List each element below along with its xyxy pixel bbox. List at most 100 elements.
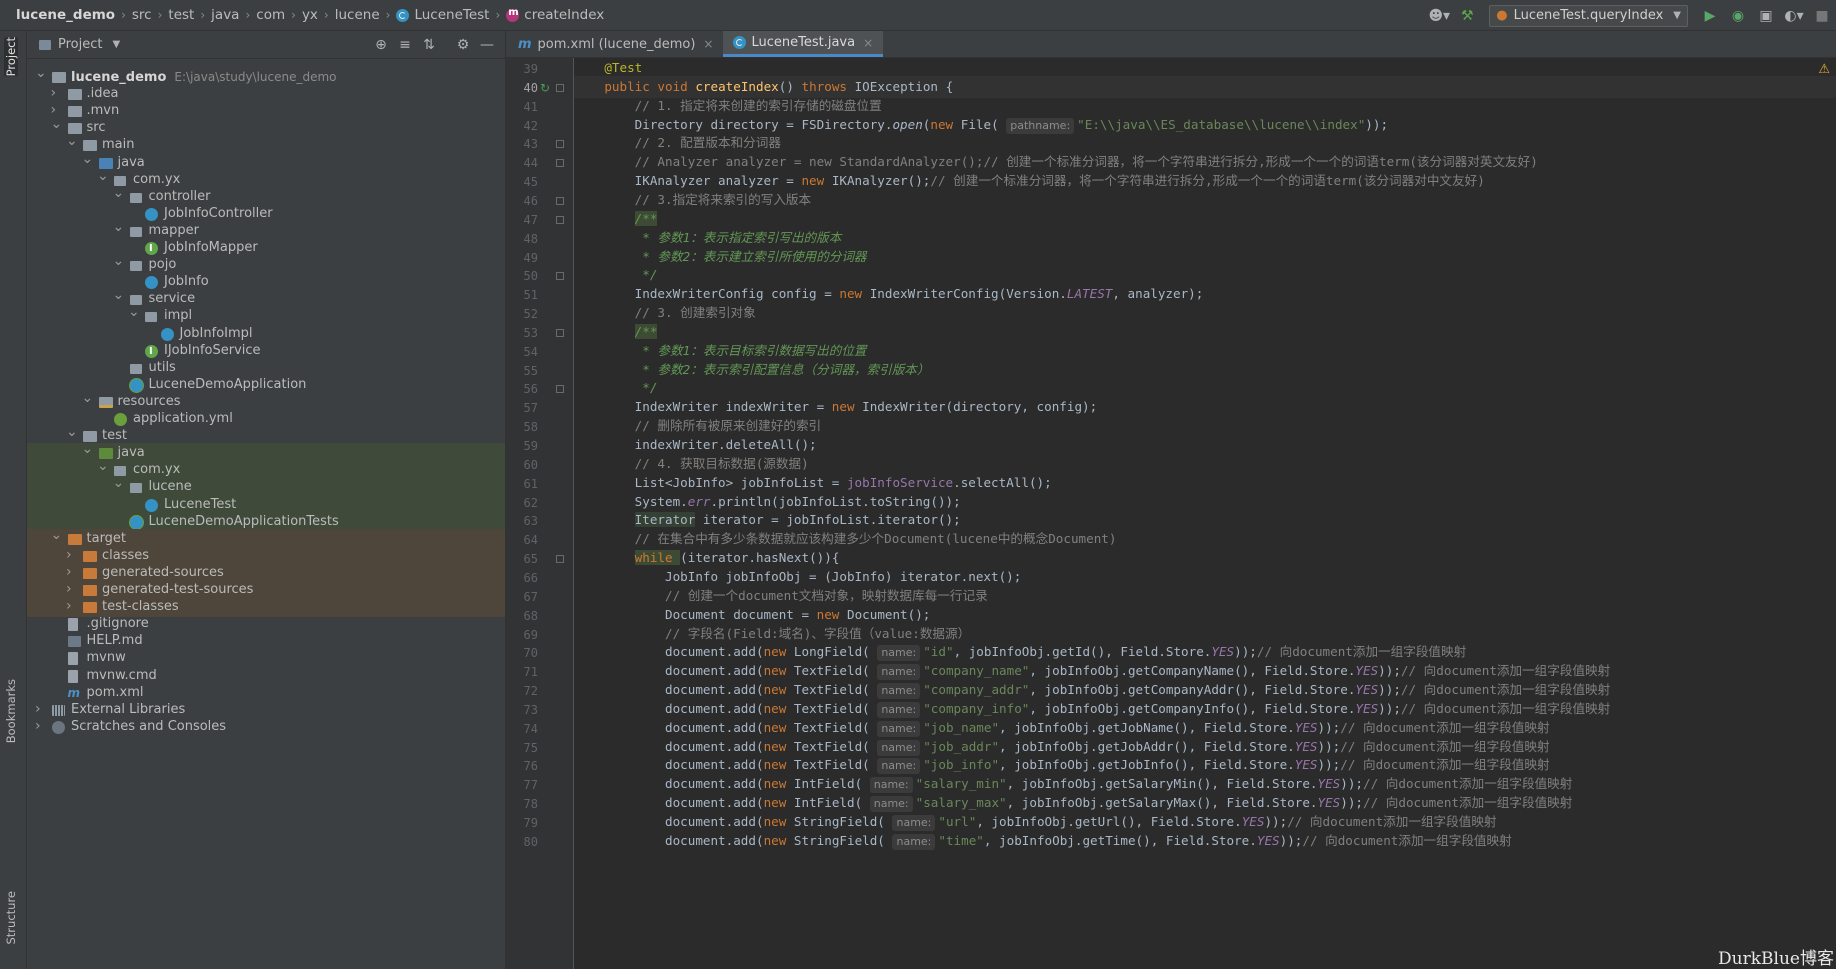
fold-marker-icon[interactable] bbox=[556, 196, 564, 205]
tree-item[interactable]: › Scratches and Consoles bbox=[27, 717, 505, 737]
chevron-down-icon[interactable]: ⌄ bbox=[51, 114, 63, 134]
code-token: new bbox=[763, 776, 794, 792]
tree-item-text: LuceneDemoApplicationTests bbox=[148, 513, 339, 529]
gear-icon[interactable]: ⚙ bbox=[451, 37, 475, 53]
chevron-down-icon[interactable]: ⌄ bbox=[128, 302, 140, 322]
chevron-down-icon[interactable]: ⌄ bbox=[66, 422, 78, 442]
code-token: Document document = bbox=[574, 606, 817, 622]
code-token: )); bbox=[1317, 738, 1341, 754]
spring-class-icon bbox=[129, 378, 143, 392]
run-test-gutter-icon[interactable]: ↻ bbox=[540, 77, 550, 99]
fold-marker-icon[interactable] bbox=[556, 385, 564, 394]
fold-marker-icon[interactable] bbox=[556, 555, 564, 564]
chevron-down-icon[interactable]: ⌄ bbox=[97, 456, 109, 476]
code-token: new bbox=[763, 644, 794, 660]
fold-marker-icon[interactable] bbox=[556, 328, 564, 337]
code-area[interactable]: @Test public void createIndex() throws I… bbox=[574, 58, 1836, 969]
code-token: , jobInfoObj.getJobName(), Field.Store. bbox=[999, 719, 1295, 735]
code-token: * 参数2：表示建立索引所使用的分词器 bbox=[634, 248, 867, 264]
chevron-down-icon[interactable]: ⌄ bbox=[113, 251, 125, 271]
chevron-right-icon[interactable]: › bbox=[35, 716, 45, 736]
tree-item-text: src bbox=[86, 120, 106, 136]
code-token: Document(); bbox=[846, 606, 931, 622]
breadcrumb-item[interactable]: LuceneTest bbox=[396, 7, 489, 23]
code-token: IntField( bbox=[793, 795, 870, 811]
code-token: // 3.指定将来索引的写入版本 bbox=[634, 191, 812, 207]
breadcrumb-item[interactable]: createIndex bbox=[506, 7, 604, 23]
code-token: // 在集合中有多少条数据就应该构建多少个Document(lucene中的概念… bbox=[634, 531, 1117, 547]
close-icon[interactable]: × bbox=[703, 37, 713, 51]
fold-marker-icon[interactable] bbox=[556, 159, 564, 168]
chevron-down-icon: ▼ bbox=[1673, 10, 1681, 21]
breadcrumb-separator-icon: › bbox=[385, 8, 391, 22]
coverage-icon[interactable]: ▣ bbox=[1755, 5, 1777, 27]
debug-icon[interactable]: ◉ bbox=[1727, 5, 1749, 27]
fold-marker-icon[interactable] bbox=[556, 140, 564, 149]
code-token: throws bbox=[801, 78, 855, 94]
warning-icon[interactable]: ⚠ bbox=[1818, 62, 1830, 77]
code-token: /** bbox=[634, 323, 658, 339]
code-token: "url" bbox=[938, 814, 977, 829]
close-icon[interactable]: × bbox=[863, 36, 873, 50]
breadcrumb-item[interactable]: lucene_demo bbox=[16, 7, 115, 23]
code-token: )); bbox=[1340, 776, 1364, 792]
breadcrumb-item[interactable]: test bbox=[168, 7, 194, 23]
chevron-right-icon[interactable]: › bbox=[66, 596, 76, 616]
editor-tab[interactable]: LuceneTest.java × bbox=[723, 31, 884, 57]
chevron-down-icon[interactable]: ⌄ bbox=[97, 166, 109, 186]
user-account-icon[interactable]: ☻▾ bbox=[1428, 5, 1450, 27]
package-icon bbox=[145, 312, 157, 323]
breadcrumb-label: createIndex bbox=[524, 7, 605, 23]
run-icon[interactable]: ▶ bbox=[1699, 5, 1721, 27]
project-tool-tab-label: Project bbox=[4, 37, 18, 77]
fold-marker-icon[interactable] bbox=[556, 272, 564, 281]
code-token: /** bbox=[634, 210, 658, 226]
breadcrumb-item[interactable]: yx bbox=[302, 7, 318, 23]
code-token: (iterator.hasNext()){ bbox=[680, 550, 840, 566]
chevron-down-icon[interactable]: ⌄ bbox=[113, 183, 125, 203]
chevron-down-icon[interactable]: ⌄ bbox=[35, 63, 47, 83]
profile-icon[interactable]: ◐▾ bbox=[1783, 5, 1805, 27]
stop-icon[interactable]: ■ bbox=[1811, 5, 1833, 27]
code-token: indexWriter.deleteAll(); bbox=[574, 437, 817, 452]
build-hammer-icon[interactable]: ⚒ bbox=[1456, 5, 1478, 27]
chevron-down-icon[interactable]: ⌄ bbox=[113, 473, 125, 493]
breadcrumb-item[interactable]: src bbox=[132, 7, 152, 23]
project-view-selector[interactable]: Project ▼ bbox=[39, 37, 120, 52]
chevron-down-icon[interactable]: ⌄ bbox=[51, 525, 63, 545]
hide-panel-icon[interactable]: — bbox=[475, 37, 499, 53]
tree-item-text: pojo bbox=[148, 257, 177, 273]
editor-tab[interactable]: m pom.xml (lucene_demo) × bbox=[508, 31, 723, 57]
code-token: new bbox=[763, 738, 794, 754]
chevron-down-icon[interactable]: ⌄ bbox=[66, 131, 78, 151]
breadcrumb-item[interactable]: com bbox=[256, 7, 285, 23]
breadcrumb-label: lucene bbox=[334, 7, 380, 23]
project-tool-tab[interactable]: Project bbox=[4, 37, 18, 77]
tree-item-text: generated-sources bbox=[102, 564, 224, 580]
code-token: )); bbox=[1378, 663, 1401, 679]
code-token: Directory directory = FSDirectory. bbox=[574, 116, 893, 132]
structure-tool-tab[interactable]: Structure bbox=[4, 891, 18, 945]
code-token: "salary_max" bbox=[915, 795, 1007, 811]
chevron-down-icon[interactable]: ⌄ bbox=[82, 388, 94, 408]
method-icon bbox=[506, 7, 520, 22]
code-token: )); bbox=[1317, 757, 1341, 773]
code-token: public void bbox=[604, 78, 696, 94]
fold-marker-icon[interactable] bbox=[556, 215, 564, 224]
fold-marker-icon[interactable] bbox=[556, 83, 564, 92]
chevron-down-icon[interactable]: ⌄ bbox=[82, 439, 94, 459]
collapse-all-icon[interactable]: ≡ bbox=[393, 37, 417, 53]
bookmarks-tool-tab[interactable]: Bookmarks bbox=[4, 679, 18, 743]
breadcrumb-item[interactable]: lucene bbox=[335, 7, 380, 23]
expand-all-icon[interactable]: ⇅ bbox=[417, 37, 441, 53]
chevron-down-icon[interactable]: ⌄ bbox=[113, 285, 125, 305]
breadcrumb-item[interactable]: java bbox=[211, 7, 239, 23]
chevron-down-icon[interactable]: ⌄ bbox=[113, 217, 125, 237]
tree-item-text: LuceneTest bbox=[164, 496, 237, 512]
run-configuration-select[interactable]: ● LuceneTest.queryIndex ▼ bbox=[1489, 4, 1688, 27]
chevron-down-icon[interactable]: ⌄ bbox=[82, 149, 94, 169]
locate-file-icon[interactable]: ⊕ bbox=[369, 37, 393, 53]
